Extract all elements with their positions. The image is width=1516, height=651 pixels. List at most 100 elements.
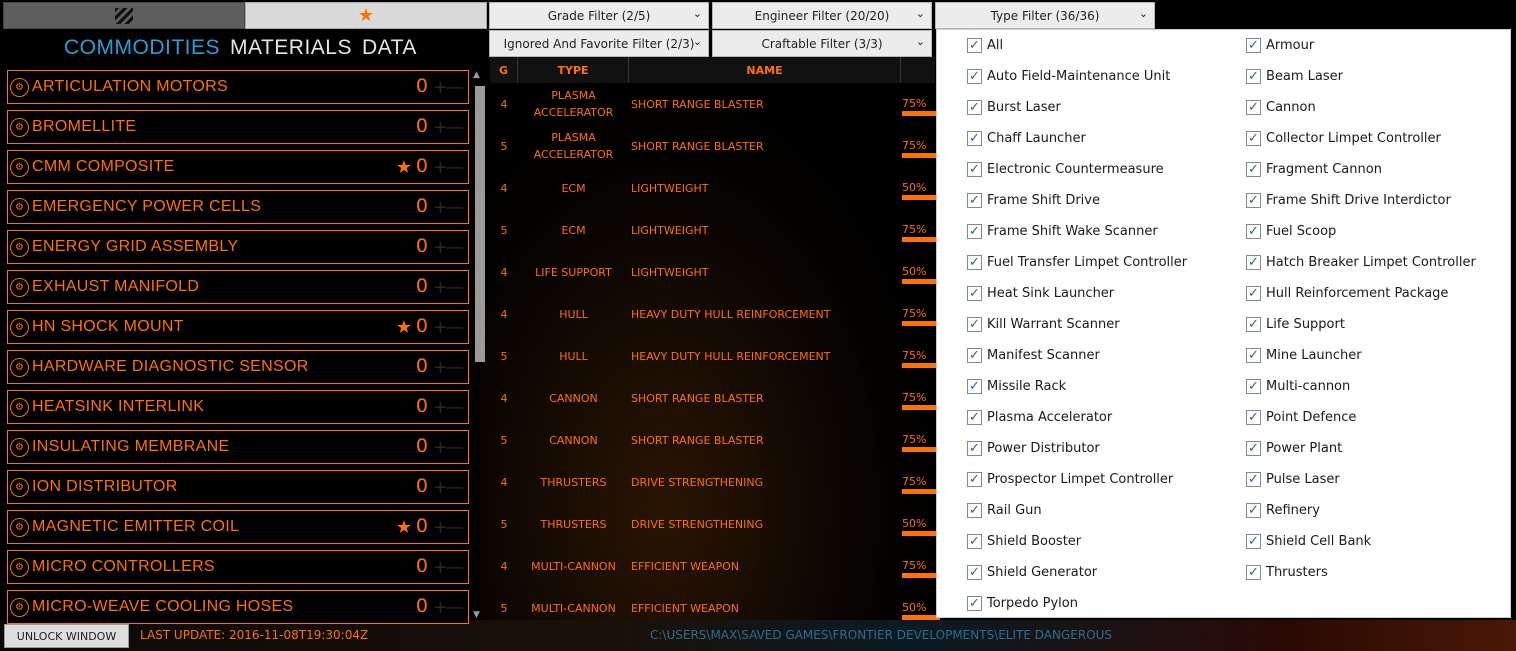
checkbox-checked-icon[interactable]: ✓ [967, 69, 982, 84]
checkbox-checked-icon[interactable]: ✓ [1246, 38, 1261, 53]
checkbox-checked-icon[interactable]: ✓ [1246, 317, 1261, 332]
checkbox-checked-icon[interactable]: ✓ [1246, 224, 1261, 239]
type-filter-option[interactable]: ✓ Shield Cell Bank [1246, 534, 1371, 549]
table-row[interactable]: 5 ECM LIGHTWEIGHT 75% [490, 209, 942, 251]
checkbox-checked-icon[interactable]: ✓ [1246, 69, 1261, 84]
type-filter-option[interactable]: ✓ Plasma Accelerator [967, 410, 1112, 425]
type-filter-option[interactable]: ✓ Fuel Transfer Limpet Controller [967, 255, 1187, 270]
favorite-star-icon[interactable]: ★ [396, 157, 412, 178]
type-filter-option[interactable]: ✓ Collector Limpet Controller [1246, 131, 1441, 146]
type-filter-option[interactable]: ✓ All [967, 38, 1003, 53]
list-item[interactable]: ⚙ EMERGENCY POWER CELLS 0 + — [7, 190, 469, 224]
ignored-favorite-filter-dropdown[interactable]: Ignored And Favorite Filter (2/3) ⌄ [489, 30, 709, 57]
checkbox-checked-icon[interactable]: ✓ [967, 379, 982, 394]
table-row[interactable]: 4 ECM LIGHTWEIGHT 50% [490, 167, 940, 209]
list-item[interactable]: ⚙ INSULATING MEMBRANE 0 + — [7, 430, 469, 464]
table-row[interactable]: 5 HULL HEAVY DUTY HULL REINFORCEMENT 75% [490, 335, 942, 377]
table-row[interactable]: 4 LIFE SUPPORT LIGHTWEIGHT 50% [490, 251, 940, 293]
list-item[interactable]: ⚙ MICRO-WEAVE COOLING HOSES 0 + — [7, 590, 469, 624]
tab-commodities[interactable]: COMMODITIES [64, 36, 220, 60]
decrement-button[interactable]: — [446, 77, 464, 98]
checkbox-checked-icon[interactable]: ✓ [967, 472, 982, 487]
tab-materials[interactable]: MATERIALS [230, 36, 352, 60]
type-filter-option[interactable]: ✓ Multi-cannon [1246, 379, 1350, 394]
type-filter-option[interactable]: ✓ Burst Laser [967, 100, 1061, 115]
checkbox-checked-icon[interactable]: ✓ [1246, 472, 1261, 487]
list-item[interactable]: ⚙ BROMELLITE 0 + — [7, 110, 469, 144]
type-filter-option[interactable]: ✓ Frame Shift Wake Scanner [967, 224, 1158, 239]
checkbox-checked-icon[interactable]: ✓ [967, 317, 982, 332]
scroll-up-icon[interactable]: ▲ [473, 70, 480, 80]
checkbox-checked-icon[interactable]: ✓ [967, 38, 982, 53]
checkbox-checked-icon[interactable]: ✓ [1246, 534, 1261, 549]
checkbox-checked-icon[interactable]: ✓ [967, 224, 982, 239]
type-filter-option[interactable]: ✓ Missile Rack [967, 379, 1066, 394]
type-filter-option[interactable]: ✓ Point Defence [1246, 410, 1356, 425]
list-item[interactable]: ⚙ ION DISTRIBUTOR 0 + — [7, 470, 469, 504]
checkbox-checked-icon[interactable]: ✓ [967, 255, 982, 270]
decrement-button[interactable]: — [446, 197, 464, 218]
checkbox-checked-icon[interactable]: ✓ [967, 441, 982, 456]
type-filter-option[interactable]: ✓ Pulse Laser [1246, 472, 1340, 487]
type-filter-option[interactable]: ✓ Fragment Cannon [1246, 162, 1382, 177]
tab-data[interactable]: DATA [362, 36, 417, 60]
favorite-star-icon[interactable]: ★ [396, 517, 412, 538]
table-row[interactable]: 4 MULTI-CANNON EFFICIENT WEAPON 75% [490, 545, 942, 587]
checkbox-checked-icon[interactable]: ✓ [1246, 503, 1261, 518]
list-scrollbar[interactable]: ▲ ▼ [472, 70, 486, 620]
type-filter-option[interactable]: ✓ Shield Generator [967, 565, 1097, 580]
checkbox-checked-icon[interactable]: ✓ [1246, 193, 1261, 208]
list-item[interactable]: ⚙ ARTICULATION MOTORS 0 + — [7, 70, 469, 104]
checkbox-checked-icon[interactable]: ✓ [967, 596, 982, 611]
type-filter-option[interactable]: ✓ Armour [1246, 38, 1314, 53]
type-filter-option[interactable]: ✓ Shield Booster [967, 534, 1081, 549]
checkbox-checked-icon[interactable]: ✓ [967, 565, 982, 580]
list-item[interactable]: ⚙ HN SHOCK MOUNT ★ 0 + — [7, 310, 469, 344]
decrement-button[interactable]: — [446, 277, 464, 298]
list-item[interactable]: ⚙ HARDWARE DIAGNOSTIC SENSOR 0 + — [7, 350, 469, 384]
type-filter-option[interactable]: ✓ Life Support [1246, 317, 1345, 332]
engineer-filter-dropdown[interactable]: Engineer Filter (20/20) ⌄ [712, 2, 932, 29]
type-filter-option[interactable]: ✓ Refinery [1246, 503, 1320, 518]
type-filter-option[interactable]: ✓ Hull Reinforcement Package [1246, 286, 1448, 301]
type-filter-option[interactable]: ✓ Chaff Launcher [967, 131, 1086, 146]
type-filter-option[interactable]: ✓ Heat Sink Launcher [967, 286, 1114, 301]
table-row[interactable]: 4 THRUSTERS DRIVE STRENGTHENING 75% [490, 461, 942, 503]
checkbox-checked-icon[interactable]: ✓ [1246, 565, 1261, 580]
decrement-button[interactable]: — [446, 357, 464, 378]
checkbox-checked-icon[interactable]: ✓ [1246, 410, 1261, 425]
decrement-button[interactable]: — [446, 477, 464, 498]
checkbox-checked-icon[interactable]: ✓ [967, 100, 982, 115]
list-item[interactable]: ⚙ CMM COMPOSITE ★ 0 + — [7, 150, 469, 184]
table-row[interactable]: 4 CANNON SHORT RANGE BLASTER 75% [490, 377, 942, 419]
table-row[interactable]: 4 PLASMA ACCELERATOR SHORT RANGE BLASTER 75… [490, 83, 942, 125]
type-filter-option[interactable]: ✓ Frame Shift Drive [967, 193, 1100, 208]
list-item[interactable]: ⚙ HEATSINK INTERLINK 0 + — [7, 390, 469, 424]
type-filter-option[interactable]: ✓ Frame Shift Drive Interdictor [1246, 193, 1451, 208]
type-filter-option[interactable]: ✓ Electronic Countermeasure [967, 162, 1164, 177]
list-item[interactable]: ⚙ MICRO CONTROLLERS 0 + — [7, 550, 469, 584]
scroll-thumb[interactable] [475, 86, 485, 362]
type-filter-option[interactable]: ✓ Mine Launcher [1246, 348, 1362, 363]
checkbox-checked-icon[interactable]: ✓ [1246, 255, 1261, 270]
decrement-button[interactable]: — [446, 397, 464, 418]
type-filter-option[interactable]: ✓ Kill Warrant Scanner [967, 317, 1120, 332]
table-row[interactable]: 4 HULL HEAVY DUTY HULL REINFORCEMENT 75% [490, 293, 942, 335]
checkbox-checked-icon[interactable]: ✓ [1246, 162, 1261, 177]
type-filter-option[interactable]: ✓ Cannon [1246, 100, 1316, 115]
scroll-down-icon[interactable]: ▼ [473, 610, 480, 620]
type-filter-option[interactable]: ✓ Auto Field-Maintenance Unit [967, 69, 1170, 84]
type-filter-option[interactable]: ✓ Hatch Breaker Limpet Controller [1246, 255, 1476, 270]
type-filter-option[interactable]: ✓ Torpedo Pylon [967, 596, 1078, 611]
type-filter-option[interactable]: ✓ Power Plant [1246, 441, 1342, 456]
decrement-button[interactable]: — [446, 157, 464, 178]
decrement-button[interactable]: — [446, 237, 464, 258]
type-filter-dropdown[interactable]: Type Filter (36/36) ⌄ [935, 2, 1155, 29]
checkbox-checked-icon[interactable]: ✓ [967, 286, 982, 301]
unlock-window-button[interactable]: UNLOCK WINDOW [4, 624, 129, 648]
decrement-button[interactable]: — [446, 597, 464, 618]
checkbox-checked-icon[interactable]: ✓ [967, 534, 982, 549]
header-name[interactable]: NAME [629, 57, 901, 83]
table-row[interactable]: 5 CANNON SHORT RANGE BLASTER 75% [490, 419, 942, 461]
favorite-star-icon[interactable]: ★ [396, 317, 412, 338]
